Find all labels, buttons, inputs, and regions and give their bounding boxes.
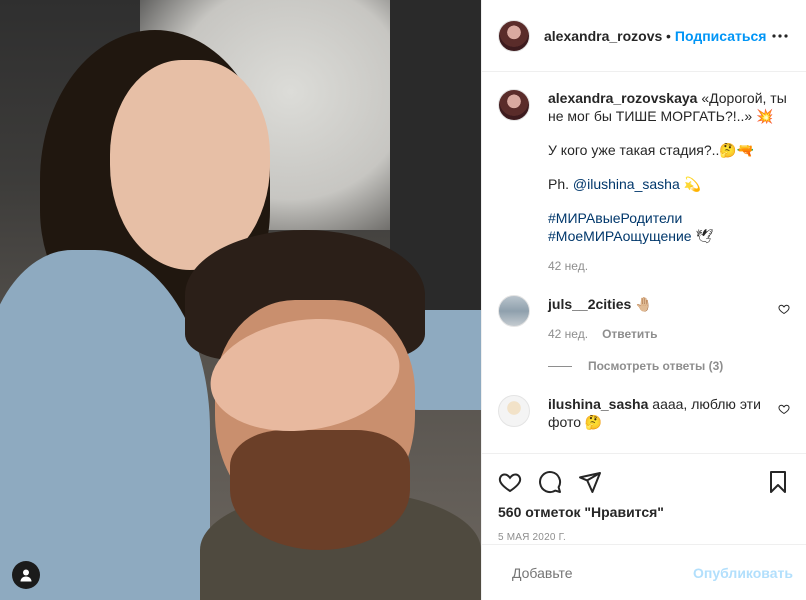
post-header: alexandra_rozovskaya • Подписаться	[482, 0, 806, 72]
comments-list[interactable]: alexandra_rozovskaya «Дорогой, ты не мог…	[482, 73, 806, 453]
comment-time[interactable]: 42 нед.	[548, 327, 588, 341]
user-icon	[20, 569, 32, 582]
author-username[interactable]: alexandra_rozovskaya	[544, 28, 662, 44]
comment-username[interactable]: ilushina_sasha	[548, 396, 648, 412]
hashtag-link[interactable]: #МИРАвыеРодители	[548, 210, 682, 226]
reply-button[interactable]: Ответить	[602, 327, 657, 341]
post-panel: alexandra_rozovskaya • Подписаться alexa…	[481, 0, 806, 600]
photo-credit-suffix: 💫	[679, 176, 702, 192]
comment-meta: 42 нед. Ответить	[548, 327, 770, 341]
caption-hashtags: #МИРАвыеРодители #МоеМИРАощущение 🕊	[548, 209, 790, 245]
photo-man-beard	[230, 430, 410, 550]
save-bookmark-icon[interactable]	[766, 470, 790, 494]
comment: juls__2cities 🤚🏼 42 нед. Ответить	[498, 295, 790, 341]
hashtag-suffix: 🕊	[691, 228, 714, 244]
photo-credit-mention[interactable]: @ilushina_sasha	[573, 176, 680, 192]
commenter-avatar[interactable]	[498, 395, 530, 427]
more-options-button[interactable]	[770, 26, 790, 46]
view-replies-label: Посмотреть ответы (3)	[588, 359, 724, 373]
more-dots-icon	[772, 33, 788, 38]
post-date[interactable]: 5 мая 2020 г.	[498, 532, 790, 543]
post-photo[interactable]	[0, 0, 481, 600]
comment: ilushina_sasha аааа, люблю эти фото 🤔	[498, 395, 790, 431]
like-comment-heart-icon[interactable]	[778, 403, 790, 415]
like-heart-icon[interactable]	[498, 470, 522, 494]
post-actions: 560 отметок "Нравится" 5 мая 2020 г.	[482, 453, 806, 543]
caption-photo-credit: Ph. @ilushina_sasha 💫	[548, 175, 790, 193]
follow-button[interactable]: Подписаться	[675, 28, 767, 44]
comment-username[interactable]: juls__2cities	[548, 296, 631, 312]
photo-credit-prefix: Ph.	[548, 176, 573, 192]
header-separator: •	[666, 27, 671, 44]
share-paper-plane-icon[interactable]	[578, 470, 602, 494]
replies-divider	[548, 365, 572, 367]
comment-input[interactable]	[512, 564, 693, 581]
view-replies-button[interactable]: Посмотреть ответы (3)	[548, 359, 790, 373]
publish-button[interactable]: Опубликовать	[693, 565, 793, 581]
caption-username[interactable]: alexandra_rozovskaya	[548, 90, 697, 106]
author-avatar[interactable]	[498, 19, 530, 52]
comment-composer: Опубликовать	[482, 544, 806, 600]
caption-line2: У кого уже такая стадия?..🤔🔫	[548, 142, 755, 158]
likes-count[interactable]: 560 отметок "Нравится"	[498, 504, 790, 520]
comment-text: 🤚🏼	[635, 296, 653, 312]
action-icons	[498, 462, 790, 502]
caption-time[interactable]: 42 нед.	[548, 259, 588, 273]
caption-meta: 42 нед.	[548, 259, 790, 273]
commenter-avatar[interactable]	[498, 295, 530, 327]
caption-author-avatar[interactable]	[498, 89, 530, 121]
like-comment-heart-icon[interactable]	[778, 303, 790, 315]
comment-bubble-icon[interactable]	[538, 470, 562, 494]
tagged-users-button[interactable]	[12, 561, 40, 589]
caption: alexandra_rozovskaya «Дорогой, ты не мог…	[498, 89, 790, 273]
hashtag-link[interactable]: #МоеМИРАощущение	[548, 228, 692, 244]
